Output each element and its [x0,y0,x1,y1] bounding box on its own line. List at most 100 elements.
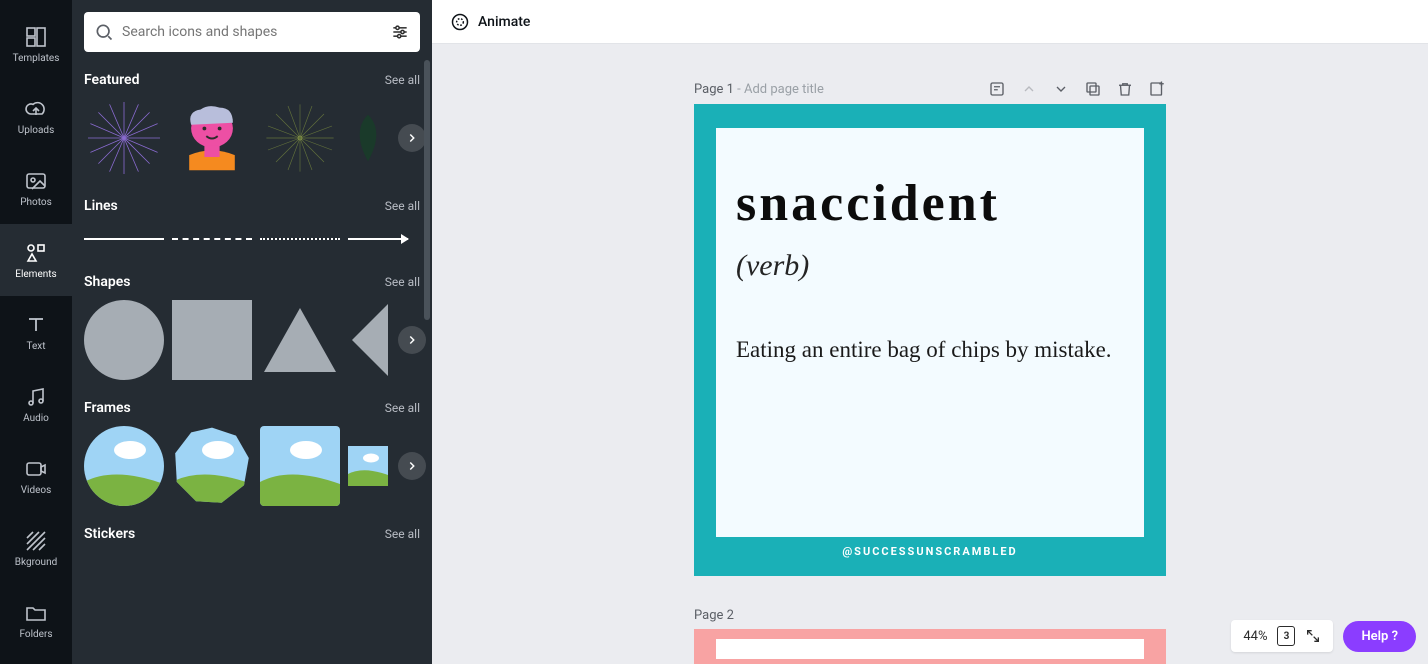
landscape-icon [348,426,388,506]
rail-label: Templates [13,53,60,64]
see-all-shapes[interactable]: See all [385,275,420,289]
shape-diamond[interactable] [348,300,388,380]
design-word[interactable]: snaccident [736,174,1124,233]
move-down-button[interactable] [1052,80,1070,98]
line-dashed[interactable] [172,238,252,240]
zoom-percent[interactable]: 44% [1243,629,1267,644]
canvas-area: Animate Page 1 - Add page title [432,0,1428,664]
see-all-lines[interactable]: See all [385,199,420,213]
page-2-canvas[interactable] [694,629,1166,664]
notes-button[interactable] [988,80,1006,98]
page-1-label[interactable]: Page 1 - Add page title [694,82,824,97]
elements-panel: Featured See all [72,0,432,664]
add-page-button[interactable] [1148,80,1166,98]
panel-scrollbar[interactable] [424,60,430,320]
rail-label: Folders [19,629,52,640]
line-arrow[interactable] [348,238,408,240]
rail-text[interactable]: Text [0,296,72,368]
animate-label: Animate [478,14,530,30]
frame-square[interactable] [260,426,340,506]
chevron-up-icon [1021,81,1037,97]
page-1-canvas[interactable]: snaccident (verb) Eating an entire bag o… [694,104,1166,576]
rail-templates[interactable]: Templates [0,8,72,80]
section-lines: Lines See all [84,198,420,254]
rail-elements[interactable]: Elements [0,224,72,296]
section-featured: Featured See all [84,72,420,178]
rail-bkground[interactable]: Bkground [0,512,72,584]
diamond-icon [348,300,388,380]
firework-icon [84,98,164,178]
uploads-icon [24,97,48,121]
frame-circle[interactable] [84,426,164,506]
frame-blob[interactable] [172,426,252,506]
move-up-button[interactable] [1020,80,1038,98]
chevron-right-icon [405,333,419,347]
zoom-chip: 44% 3 [1231,620,1333,652]
featured-item-character[interactable] [172,98,252,178]
elements-icon [24,241,48,265]
chevron-right-icon [405,459,419,473]
shape-circle[interactable] [84,300,164,380]
triangle-icon [260,300,340,380]
chevron-right-icon [405,131,419,145]
page-sep: - [734,82,744,97]
rail-folders[interactable]: Folders [0,584,72,656]
rail-photos[interactable]: Photos [0,152,72,224]
leaf-icon [348,98,388,178]
shape-square[interactable] [172,300,252,380]
text-icon [24,313,48,337]
photos-icon [24,169,48,193]
featured-item-leaf[interactable] [348,98,388,178]
page-1-wrap: Page 1 - Add page title snaccident (verb… [694,80,1166,576]
videos-icon [24,457,48,481]
frames-next-button[interactable] [398,452,426,480]
see-all-featured[interactable]: See all [385,73,420,87]
line-solid[interactable] [84,238,164,240]
rail-label: Videos [21,485,52,496]
design-handle[interactable]: @SUCCESSUNSCRAMBLED [716,545,1144,558]
fullscreen-button[interactable] [1305,628,1321,644]
section-title: Shapes [84,274,130,290]
shape-triangle[interactable] [260,300,340,380]
shapes-next-button[interactable] [398,326,426,354]
rail-videos[interactable]: Videos [0,440,72,512]
help-button[interactable]: Help ? [1343,621,1416,652]
animate-icon [450,12,470,32]
chevron-down-icon [1053,81,1069,97]
duplicate-icon [1084,80,1102,98]
featured-next-button[interactable] [398,124,426,152]
landscape-icon [172,426,252,506]
search-input[interactable] [122,24,382,40]
rail-label: Uploads [18,125,54,136]
line-dotted[interactable] [260,238,340,240]
folders-icon [24,601,48,625]
featured-item-firework-green[interactable] [260,98,340,178]
canvas-scroll[interactable]: Page 1 - Add page title snaccident (verb… [432,44,1428,664]
page-number: Page 1 [694,82,734,97]
panel-collapse-button[interactable] [430,330,432,370]
rail-uploads[interactable]: Uploads [0,80,72,152]
page-count-badge[interactable]: 3 [1277,626,1295,646]
rail-audio[interactable]: Audio [0,368,72,440]
frame-rect[interactable] [348,426,388,506]
see-all-stickers[interactable]: See all [385,527,420,541]
section-title: Featured [84,72,139,88]
filter-icon[interactable] [390,22,410,42]
search-icon [94,22,114,42]
see-all-frames[interactable]: See all [385,401,420,415]
search-wrap [84,12,420,52]
section-title: Stickers [84,526,135,542]
design-pos[interactable]: (verb) [736,249,1124,283]
rail-label: Bkground [15,557,58,568]
animate-button[interactable]: Animate [450,12,530,32]
section-title: Lines [84,198,118,214]
delete-button[interactable] [1116,80,1134,98]
page-1-header: Page 1 - Add page title [694,80,1166,98]
page-2-wrap: Page 2 [694,608,1166,664]
duplicate-button[interactable] [1084,80,1102,98]
section-title: Frames [84,400,131,416]
page-2-label[interactable]: Page 2 [694,608,734,623]
featured-item-firework-purple[interactable] [84,98,164,178]
section-shapes: Shapes See all [84,274,420,380]
design-definition[interactable]: Eating an entire bag of chips by mistake… [736,333,1124,366]
